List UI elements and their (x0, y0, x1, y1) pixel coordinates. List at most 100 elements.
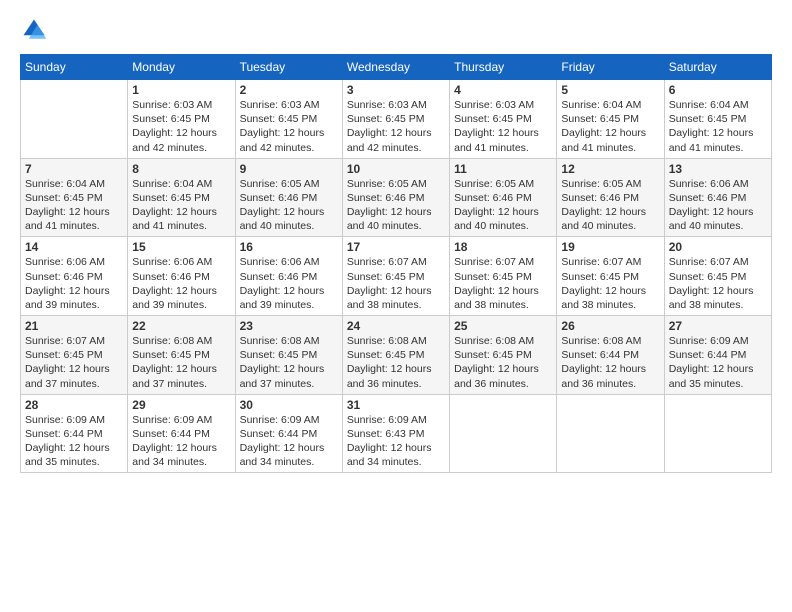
calendar-cell: 28Sunrise: 6:09 AM Sunset: 6:44 PM Dayli… (21, 394, 128, 473)
logo-icon (20, 16, 48, 44)
day-info: Sunrise: 6:07 AM Sunset: 6:45 PM Dayligh… (561, 255, 659, 312)
calendar-day-header: Friday (557, 55, 664, 80)
day-info: Sunrise: 6:07 AM Sunset: 6:45 PM Dayligh… (454, 255, 552, 312)
day-number: 13 (669, 162, 767, 176)
day-number: 2 (240, 83, 338, 97)
day-info: Sunrise: 6:04 AM Sunset: 6:45 PM Dayligh… (669, 98, 767, 155)
calendar-day-header: Saturday (664, 55, 771, 80)
calendar-cell: 2Sunrise: 6:03 AM Sunset: 6:45 PM Daylig… (235, 80, 342, 159)
day-number: 15 (132, 240, 230, 254)
day-info: Sunrise: 6:04 AM Sunset: 6:45 PM Dayligh… (132, 177, 230, 234)
calendar-cell (21, 80, 128, 159)
calendar-cell: 24Sunrise: 6:08 AM Sunset: 6:45 PM Dayli… (342, 316, 449, 395)
calendar-cell: 16Sunrise: 6:06 AM Sunset: 6:46 PM Dayli… (235, 237, 342, 316)
calendar-cell (450, 394, 557, 473)
day-number: 3 (347, 83, 445, 97)
day-number: 8 (132, 162, 230, 176)
day-info: Sunrise: 6:03 AM Sunset: 6:45 PM Dayligh… (132, 98, 230, 155)
calendar-cell (664, 394, 771, 473)
day-number: 9 (240, 162, 338, 176)
day-number: 28 (25, 398, 123, 412)
day-number: 20 (669, 240, 767, 254)
calendar-cell: 20Sunrise: 6:07 AM Sunset: 6:45 PM Dayli… (664, 237, 771, 316)
day-number: 27 (669, 319, 767, 333)
calendar-cell: 5Sunrise: 6:04 AM Sunset: 6:45 PM Daylig… (557, 80, 664, 159)
calendar-cell: 13Sunrise: 6:06 AM Sunset: 6:46 PM Dayli… (664, 158, 771, 237)
day-info: Sunrise: 6:06 AM Sunset: 6:46 PM Dayligh… (240, 255, 338, 312)
calendar-cell: 9Sunrise: 6:05 AM Sunset: 6:46 PM Daylig… (235, 158, 342, 237)
day-number: 1 (132, 83, 230, 97)
calendar-cell: 21Sunrise: 6:07 AM Sunset: 6:45 PM Dayli… (21, 316, 128, 395)
day-info: Sunrise: 6:08 AM Sunset: 6:45 PM Dayligh… (240, 334, 338, 391)
day-info: Sunrise: 6:09 AM Sunset: 6:44 PM Dayligh… (25, 413, 123, 470)
calendar-cell: 30Sunrise: 6:09 AM Sunset: 6:44 PM Dayli… (235, 394, 342, 473)
day-number: 11 (454, 162, 552, 176)
calendar-header-row: SundayMondayTuesdayWednesdayThursdayFrid… (21, 55, 772, 80)
calendar-cell: 3Sunrise: 6:03 AM Sunset: 6:45 PM Daylig… (342, 80, 449, 159)
calendar-cell: 31Sunrise: 6:09 AM Sunset: 6:43 PM Dayli… (342, 394, 449, 473)
calendar-cell: 25Sunrise: 6:08 AM Sunset: 6:45 PM Dayli… (450, 316, 557, 395)
calendar-week-row: 21Sunrise: 6:07 AM Sunset: 6:45 PM Dayli… (21, 316, 772, 395)
day-number: 6 (669, 83, 767, 97)
calendar-cell: 10Sunrise: 6:05 AM Sunset: 6:46 PM Dayli… (342, 158, 449, 237)
day-number: 17 (347, 240, 445, 254)
day-info: Sunrise: 6:08 AM Sunset: 6:45 PM Dayligh… (132, 334, 230, 391)
day-info: Sunrise: 6:09 AM Sunset: 6:43 PM Dayligh… (347, 413, 445, 470)
calendar-cell: 1Sunrise: 6:03 AM Sunset: 6:45 PM Daylig… (128, 80, 235, 159)
day-number: 10 (347, 162, 445, 176)
day-number: 26 (561, 319, 659, 333)
day-info: Sunrise: 6:07 AM Sunset: 6:45 PM Dayligh… (25, 334, 123, 391)
page: SundayMondayTuesdayWednesdayThursdayFrid… (0, 0, 792, 612)
calendar-week-row: 7Sunrise: 6:04 AM Sunset: 6:45 PM Daylig… (21, 158, 772, 237)
day-info: Sunrise: 6:03 AM Sunset: 6:45 PM Dayligh… (347, 98, 445, 155)
day-info: Sunrise: 6:06 AM Sunset: 6:46 PM Dayligh… (669, 177, 767, 234)
calendar-week-row: 1Sunrise: 6:03 AM Sunset: 6:45 PM Daylig… (21, 80, 772, 159)
calendar-cell: 26Sunrise: 6:08 AM Sunset: 6:44 PM Dayli… (557, 316, 664, 395)
day-info: Sunrise: 6:04 AM Sunset: 6:45 PM Dayligh… (25, 177, 123, 234)
calendar-cell: 23Sunrise: 6:08 AM Sunset: 6:45 PM Dayli… (235, 316, 342, 395)
calendar-cell: 11Sunrise: 6:05 AM Sunset: 6:46 PM Dayli… (450, 158, 557, 237)
day-info: Sunrise: 6:06 AM Sunset: 6:46 PM Dayligh… (132, 255, 230, 312)
calendar-cell: 22Sunrise: 6:08 AM Sunset: 6:45 PM Dayli… (128, 316, 235, 395)
calendar-day-header: Monday (128, 55, 235, 80)
day-number: 25 (454, 319, 552, 333)
day-info: Sunrise: 6:05 AM Sunset: 6:46 PM Dayligh… (454, 177, 552, 234)
calendar-cell: 7Sunrise: 6:04 AM Sunset: 6:45 PM Daylig… (21, 158, 128, 237)
logo (20, 16, 50, 44)
header (20, 16, 772, 44)
calendar-day-header: Tuesday (235, 55, 342, 80)
calendar-cell: 4Sunrise: 6:03 AM Sunset: 6:45 PM Daylig… (450, 80, 557, 159)
day-info: Sunrise: 6:05 AM Sunset: 6:46 PM Dayligh… (240, 177, 338, 234)
day-number: 31 (347, 398, 445, 412)
day-number: 14 (25, 240, 123, 254)
calendar-week-row: 14Sunrise: 6:06 AM Sunset: 6:46 PM Dayli… (21, 237, 772, 316)
calendar-cell: 19Sunrise: 6:07 AM Sunset: 6:45 PM Dayli… (557, 237, 664, 316)
calendar-day-header: Thursday (450, 55, 557, 80)
calendar-cell: 27Sunrise: 6:09 AM Sunset: 6:44 PM Dayli… (664, 316, 771, 395)
day-info: Sunrise: 6:06 AM Sunset: 6:46 PM Dayligh… (25, 255, 123, 312)
day-info: Sunrise: 6:05 AM Sunset: 6:46 PM Dayligh… (561, 177, 659, 234)
day-info: Sunrise: 6:07 AM Sunset: 6:45 PM Dayligh… (669, 255, 767, 312)
day-number: 29 (132, 398, 230, 412)
day-info: Sunrise: 6:05 AM Sunset: 6:46 PM Dayligh… (347, 177, 445, 234)
day-number: 7 (25, 162, 123, 176)
day-info: Sunrise: 6:08 AM Sunset: 6:45 PM Dayligh… (347, 334, 445, 391)
day-number: 30 (240, 398, 338, 412)
calendar-cell (557, 394, 664, 473)
day-number: 22 (132, 319, 230, 333)
calendar-day-header: Wednesday (342, 55, 449, 80)
calendar-cell: 12Sunrise: 6:05 AM Sunset: 6:46 PM Dayli… (557, 158, 664, 237)
calendar-cell: 29Sunrise: 6:09 AM Sunset: 6:44 PM Dayli… (128, 394, 235, 473)
day-number: 4 (454, 83, 552, 97)
day-info: Sunrise: 6:03 AM Sunset: 6:45 PM Dayligh… (240, 98, 338, 155)
day-number: 5 (561, 83, 659, 97)
calendar-cell: 18Sunrise: 6:07 AM Sunset: 6:45 PM Dayli… (450, 237, 557, 316)
calendar-cell: 6Sunrise: 6:04 AM Sunset: 6:45 PM Daylig… (664, 80, 771, 159)
calendar-table: SundayMondayTuesdayWednesdayThursdayFrid… (20, 54, 772, 473)
day-number: 18 (454, 240, 552, 254)
calendar-cell: 8Sunrise: 6:04 AM Sunset: 6:45 PM Daylig… (128, 158, 235, 237)
day-number: 24 (347, 319, 445, 333)
day-info: Sunrise: 6:09 AM Sunset: 6:44 PM Dayligh… (669, 334, 767, 391)
day-info: Sunrise: 6:04 AM Sunset: 6:45 PM Dayligh… (561, 98, 659, 155)
calendar-cell: 17Sunrise: 6:07 AM Sunset: 6:45 PM Dayli… (342, 237, 449, 316)
